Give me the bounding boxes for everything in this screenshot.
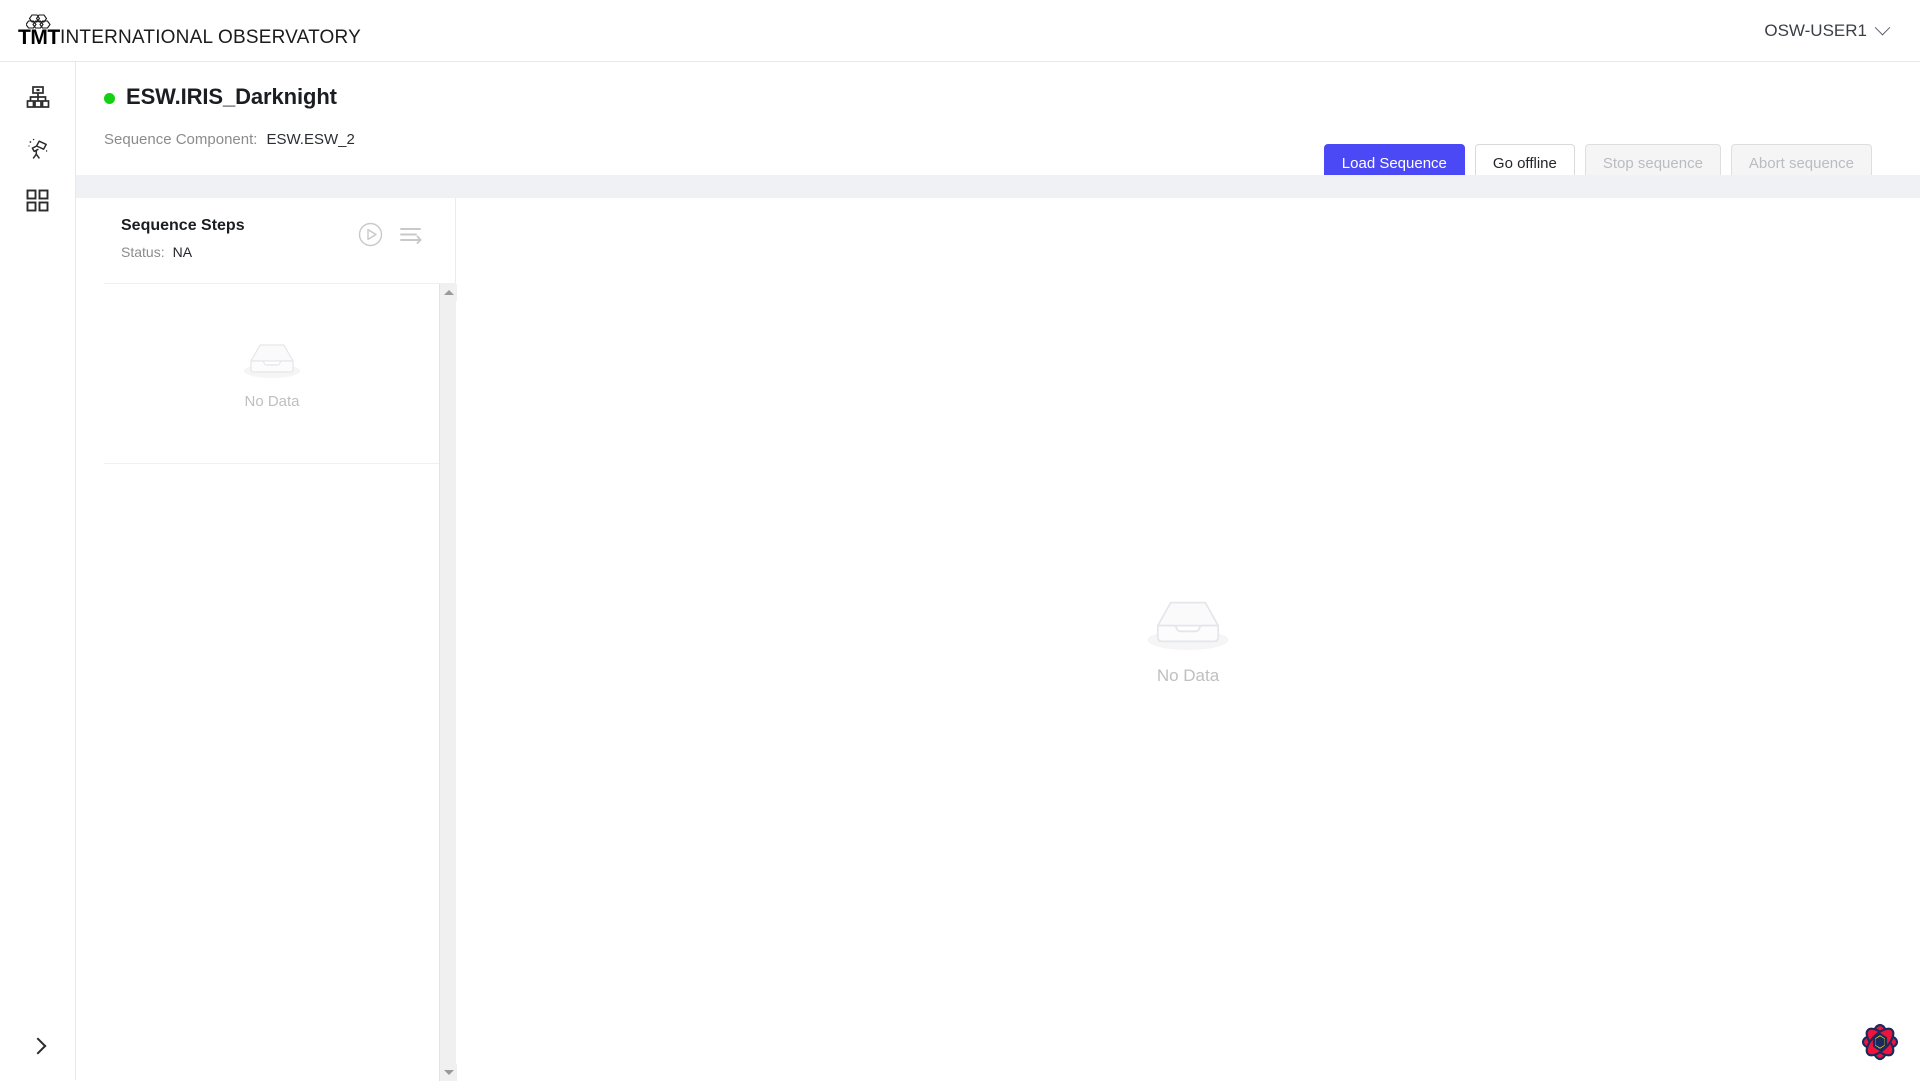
- grid-apps-icon: [26, 189, 49, 217]
- msw-flower-badge[interactable]: [1860, 1022, 1900, 1062]
- main-empty-pane: No Data: [456, 198, 1920, 1080]
- brand-logo-group: TMT INTERNATIONAL OBSERVATORY: [18, 12, 361, 50]
- user-menu[interactable]: OSW-USER1: [1764, 21, 1888, 41]
- empty-state-label: No Data: [244, 393, 299, 410]
- tmt-logo: TMT: [18, 12, 52, 50]
- step-list-icon[interactable]: [399, 224, 423, 246]
- sequence-steps-actions: [358, 222, 423, 247]
- status-value: NA: [173, 244, 192, 260]
- empty-box-icon: [1142, 592, 1234, 657]
- sitemap-icon: [26, 85, 50, 114]
- status-badge: [104, 93, 115, 104]
- empty-state-label: No Data: [1157, 666, 1219, 686]
- expand-sidebar-button[interactable]: [0, 1024, 76, 1068]
- play-circle-icon[interactable]: [358, 222, 383, 247]
- status-label: Status:: [121, 244, 165, 260]
- content-area: Sequence Steps Status: NA: [76, 198, 1920, 1080]
- page-title: ESW.IRIS_Darknight: [126, 84, 337, 110]
- left-rail: [0, 62, 76, 1080]
- sequence-steps-body: No Data: [104, 283, 456, 1080]
- brand-abbrev: TMT: [18, 27, 60, 48]
- sidebar-item-resources[interactable]: [15, 76, 61, 122]
- section-divider-strip: [76, 175, 1920, 198]
- main-empty-state: No Data: [1142, 592, 1234, 686]
- sequence-component-value: ESW.ESW_2: [266, 131, 354, 148]
- top-bar: TMT INTERNATIONAL OBSERVATORY OSW-USER1: [0, 0, 1920, 62]
- steps-vertical-scrollbar[interactable]: [439, 284, 456, 1081]
- scroll-up-arrow-icon[interactable]: [440, 284, 457, 301]
- title-row: ESW.IRIS_Darknight: [104, 84, 1920, 110]
- brand-name: INTERNATIONAL OBSERVATORY: [60, 28, 361, 50]
- sequence-steps-panel: Sequence Steps Status: NA: [104, 198, 456, 1080]
- page-header: ESW.IRIS_Darknight Sequence Component: E…: [76, 62, 1920, 175]
- sidebar-item-apps[interactable]: [15, 180, 61, 226]
- empty-box-icon: [240, 338, 304, 384]
- chevron-down-icon: [1875, 20, 1891, 36]
- chevron-right-icon: [30, 1038, 47, 1055]
- sequence-steps-header: Sequence Steps Status: NA: [104, 198, 455, 283]
- sequence-steps-empty-state: No Data: [104, 284, 440, 464]
- sequence-component-label: Sequence Component:: [104, 131, 257, 148]
- sidebar-item-observations[interactable]: [15, 128, 61, 174]
- user-menu-label: OSW-USER1: [1764, 21, 1867, 41]
- scroll-down-arrow-icon[interactable]: [440, 1064, 457, 1081]
- telescope-icon: [26, 137, 50, 166]
